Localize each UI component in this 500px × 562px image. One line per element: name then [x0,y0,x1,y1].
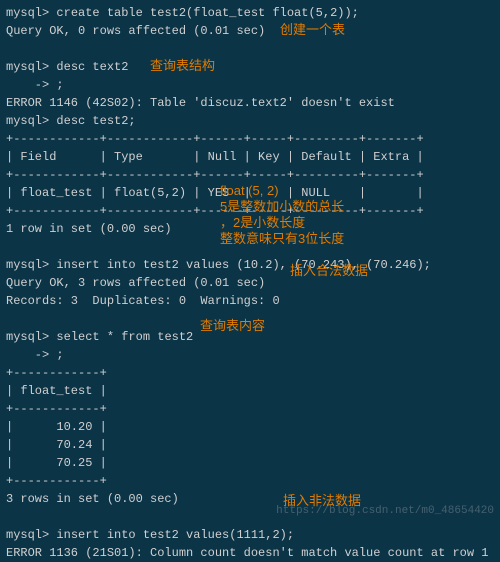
prompt-line: mysql> create table test2(float_test flo… [6,6,359,20]
watermark: https://blog.csdn.net/m0_48654420 [276,503,494,520]
terminal-output: mysql> create table test2(float_test flo… [6,4,494,562]
